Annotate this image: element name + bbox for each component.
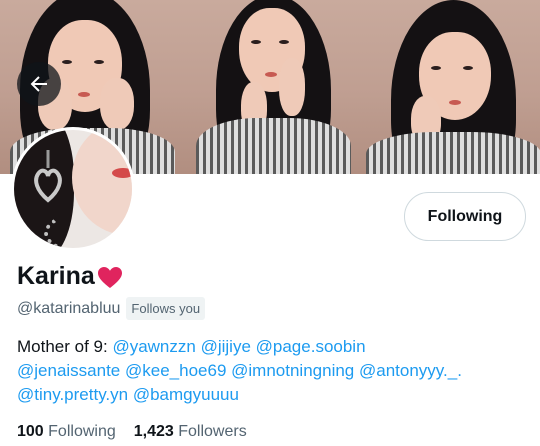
- following-button-label: Following: [427, 207, 503, 225]
- following-stat-link[interactable]: 100 Following: [17, 423, 116, 441]
- followers-label: Followers: [178, 423, 247, 440]
- bio-prefix: Mother of 9:: [17, 337, 113, 356]
- followers-count: 1,423: [133, 423, 174, 440]
- banner-photo-2: [181, 0, 361, 174]
- bio-line-1: Mother of 9: @yawnzzn @jijiye @page.soob…: [17, 335, 532, 359]
- username-handle: @katarinabluu: [17, 299, 121, 317]
- arrow-left-icon: [30, 76, 47, 92]
- mention-link[interactable]: @kee_hoe69: [125, 361, 226, 380]
- mention-link[interactable]: @imnotningning: [231, 361, 354, 380]
- avatar[interactable]: [11, 127, 135, 251]
- heart-earring-icon: [34, 150, 62, 203]
- following-button[interactable]: Following: [404, 192, 526, 241]
- display-name: Karina: [17, 262, 95, 290]
- following-label: Following: [48, 423, 116, 440]
- banner-photo-3: [361, 0, 540, 174]
- following-count: 100: [17, 423, 44, 440]
- mention-link[interactable]: @jijiye: [201, 337, 251, 356]
- red-heart-icon: [97, 266, 122, 288]
- handle-row: @katarinabluu Follows you: [17, 297, 206, 320]
- profile-bio: Mother of 9: @yawnzzn @jijiye @page.soob…: [17, 335, 532, 407]
- mention-link[interactable]: @antonyyy._.: [359, 361, 462, 380]
- follows-you-badge: Follows you: [126, 297, 206, 320]
- followers-stat-link[interactable]: 1,423 Followers: [134, 423, 247, 441]
- mention-link[interactable]: @bamgyuuuu: [133, 385, 239, 404]
- mention-link[interactable]: @page.soobin: [256, 337, 366, 356]
- back-button[interactable]: [17, 62, 61, 106]
- mention-link[interactable]: @tiny.pretty.yn: [17, 385, 128, 404]
- display-name-row: Karina: [17, 262, 123, 291]
- bio-line-2: @jenaissante @kee_hoe69 @imnotningning @…: [17, 359, 532, 383]
- follow-stats: 100 Following 1,423 Followers: [17, 423, 247, 441]
- bio-line-3: @tiny.pretty.yn @bamgyuuuu: [17, 383, 532, 407]
- mention-link[interactable]: @jenaissante: [17, 361, 120, 380]
- mention-link[interactable]: @yawnzzn: [112, 337, 195, 356]
